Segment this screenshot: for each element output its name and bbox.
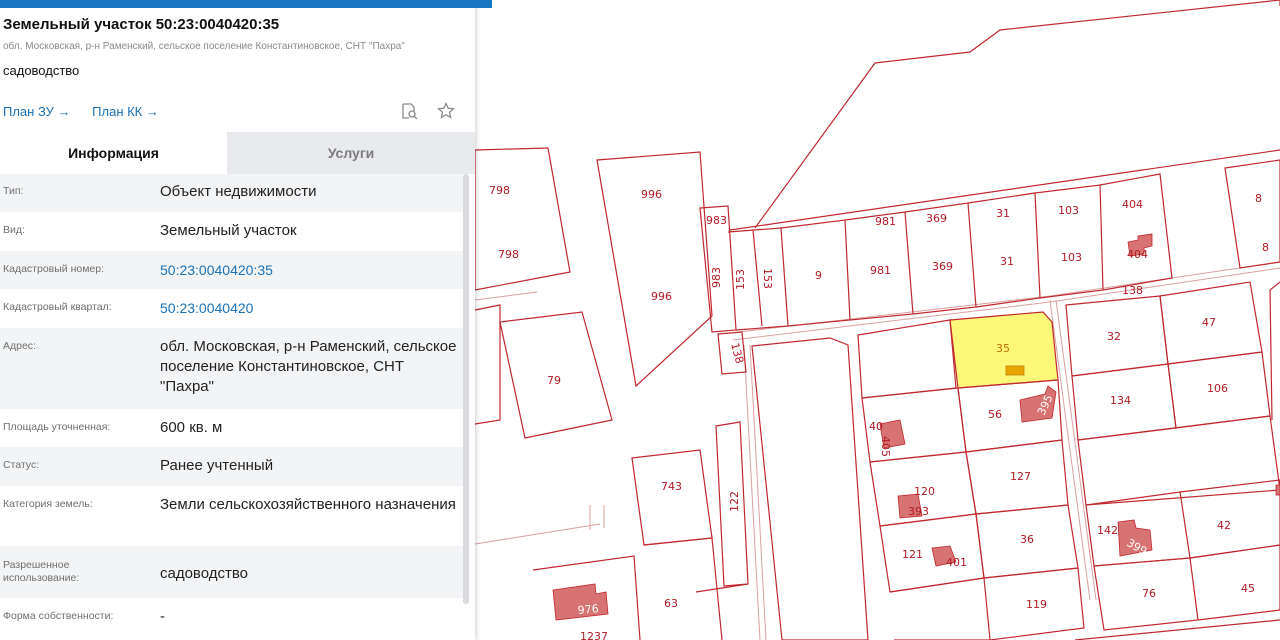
- page-title: Земельный участок 50:23:0040420:35: [3, 16, 280, 33]
- svg-text:127: 127: [1010, 470, 1031, 483]
- panel-tabs: Информация Услуги: [0, 132, 475, 174]
- svg-text:981: 981: [870, 264, 891, 277]
- info-table: Тип: Объект недвижимости Вид: Земельный …: [0, 174, 463, 636]
- row-value: Земельный участок: [160, 222, 297, 239]
- svg-text:983: 983: [706, 214, 727, 227]
- row-key: Кадастровый квартал:: [3, 301, 112, 313]
- row-key: Кадастровый номер:: [3, 263, 105, 275]
- panel-tools: [386, 101, 455, 125]
- svg-text:45: 45: [1241, 582, 1255, 595]
- svg-text:47: 47: [1202, 316, 1216, 329]
- row-key: Адрес:: [3, 340, 36, 352]
- svg-text:404: 404: [1127, 248, 1148, 261]
- svg-text:405: 405: [879, 436, 892, 457]
- svg-text:120: 120: [914, 485, 935, 498]
- svg-text:401: 401: [946, 556, 967, 569]
- panel-scrollbar[interactable]: [463, 174, 469, 604]
- row-area: Площадь уточненная: 600 кв. м: [0, 409, 463, 447]
- svg-text:9: 9: [815, 269, 822, 282]
- cadastral-number-link[interactable]: 50:23:0040420:35: [160, 260, 460, 280]
- svg-text:153: 153: [734, 269, 747, 290]
- svg-text:106: 106: [1207, 382, 1228, 395]
- svg-text:119: 119: [1026, 598, 1047, 611]
- svg-text:142: 142: [1097, 524, 1118, 537]
- row-cadastral-quarter: Кадастровый квартал: 50:23:0040420: [0, 289, 463, 328]
- row-status: Статус: Ранее учтенный: [0, 447, 463, 486]
- svg-text:798: 798: [498, 248, 519, 261]
- svg-text:8: 8: [1255, 192, 1262, 205]
- row-key: Категория земель:: [3, 498, 93, 510]
- svg-text:8: 8: [1262, 241, 1269, 254]
- row-address: Адрес: обл. Московская, р-н Раменский, с…: [0, 328, 463, 409]
- row-key: Вид:: [3, 224, 25, 236]
- svg-text:122: 122: [728, 491, 741, 512]
- row-value: 600 кв. м: [160, 419, 223, 436]
- svg-text:996: 996: [641, 188, 662, 201]
- svg-text:63: 63: [664, 597, 678, 610]
- plan-kk-link[interactable]: План КК →: [92, 104, 159, 119]
- row-value: садоводство: [160, 565, 249, 582]
- svg-text:798: 798: [489, 184, 510, 197]
- svg-text:36: 36: [1020, 533, 1034, 546]
- row-key: Тип:: [3, 185, 24, 197]
- svg-text:103: 103: [1061, 251, 1082, 264]
- svg-text:56: 56: [988, 408, 1002, 421]
- svg-text:31: 31: [996, 207, 1010, 220]
- row-ownership: Форма собственности: -: [0, 598, 463, 636]
- row-land-category: Категория земель: Земли сельскохозяйстве…: [0, 486, 463, 546]
- svg-text:138: 138: [1122, 284, 1143, 297]
- svg-text:121: 121: [902, 548, 923, 561]
- row-value: -: [160, 608, 165, 625]
- svg-text:40: 40: [869, 420, 883, 433]
- star-icon[interactable]: [437, 101, 455, 124]
- plan-links: План ЗУ → План КК →: [3, 104, 177, 119]
- tab-services[interactable]: Услуги: [227, 132, 475, 174]
- svg-text:976: 976: [577, 602, 599, 617]
- svg-text:31: 31: [1000, 255, 1014, 268]
- panel-top-bar: [0, 0, 492, 8]
- svg-text:743: 743: [661, 480, 682, 493]
- svg-text:134: 134: [1110, 394, 1131, 407]
- svg-text:42: 42: [1217, 519, 1231, 532]
- address-subtitle: обл. Московская, р-н Раменский, сельское…: [3, 41, 405, 52]
- svg-text:369: 369: [926, 212, 947, 225]
- row-key: Разрешенное использование:: [3, 559, 80, 584]
- row-key: Статус:: [3, 459, 40, 471]
- plan-zu-link[interactable]: План ЗУ →: [3, 104, 71, 119]
- panel-header: Земельный участок 50:23:0040420:35 обл. …: [3, 16, 468, 78]
- svg-text:369: 369: [932, 260, 953, 273]
- row-value: Земли сельскохозяйственного назначения: [160, 496, 456, 513]
- svg-text:393: 393: [908, 505, 929, 518]
- svg-text:76: 76: [1142, 587, 1156, 600]
- row-value: Ранее учтенный: [160, 457, 274, 474]
- row-value: Объект недвижимости: [160, 183, 317, 200]
- row-type: Тип: Объект недвижимости: [0, 174, 463, 212]
- search-doc-icon[interactable]: [400, 103, 423, 124]
- svg-text:103: 103: [1058, 204, 1079, 217]
- svg-text:404: 404: [1122, 198, 1143, 211]
- svg-text:32: 32: [1107, 330, 1121, 343]
- parcel-labels: 798 798 996 996 983 983 153 153 9 981 98…: [489, 184, 1269, 640]
- purpose-text: садоводство: [3, 63, 80, 78]
- svg-text:981: 981: [875, 215, 896, 228]
- row-key: Площадь уточненная:: [3, 421, 111, 433]
- cadastral-quarter-link[interactable]: 50:23:0040420: [160, 298, 460, 318]
- svg-text:983: 983: [710, 267, 723, 288]
- svg-text:996: 996: [651, 290, 672, 303]
- tab-information[interactable]: Информация: [0, 132, 227, 174]
- svg-text:79: 79: [547, 374, 561, 387]
- row-cadastral-number: Кадастровый номер: 50:23:0040420:35: [0, 251, 463, 289]
- svg-text:1237: 1237: [580, 630, 608, 640]
- info-panel: Земельный участок 50:23:0040420:35 обл. …: [0, 0, 492, 640]
- row-value: обл. Московская, р-н Раменский, сельское…: [160, 338, 457, 395]
- svg-text:35: 35: [996, 342, 1010, 355]
- row-kind: Вид: Земельный участок: [0, 212, 463, 251]
- row-permitted-use: Разрешенное использование: садоводство: [0, 546, 463, 598]
- row-key: Форма собственности:: [3, 610, 114, 622]
- svg-text:153: 153: [761, 268, 774, 289]
